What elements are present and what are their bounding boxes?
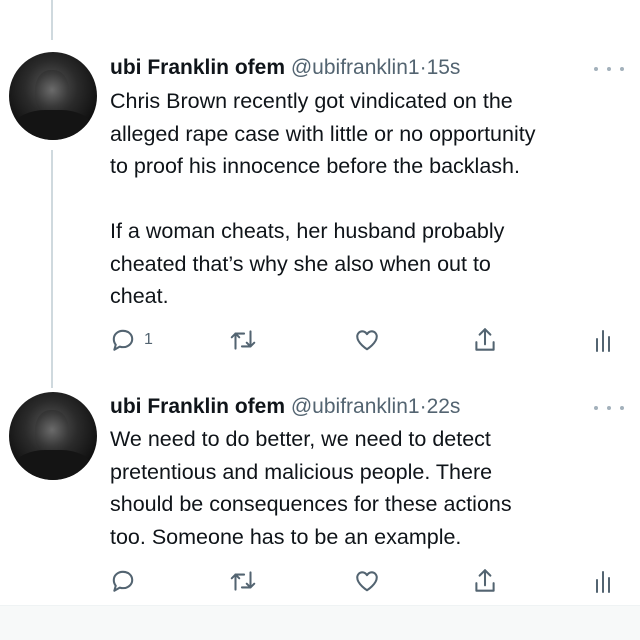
retweet-icon (230, 330, 256, 350)
tweet[interactable]: ubi Franklin ofem @ubifranklin1·15s Chri… (0, 0, 640, 370)
heart-icon (356, 571, 378, 592)
avatar-shoulders (15, 450, 91, 480)
retweet-icon (230, 571, 256, 591)
bottom-bar (0, 605, 640, 640)
tweet-paragraph: We need to do better, we need to detect … (110, 423, 630, 553)
tweet-actions: 1 (0, 325, 640, 355)
share-icon (475, 328, 495, 351)
analytics-button[interactable] (594, 566, 612, 596)
tweet-paragraph: If a woman cheats, her husband probably … (110, 215, 630, 313)
more-options-icon[interactable] (594, 62, 624, 76)
analytics-icon (596, 571, 610, 593)
tweet-line: cheat. (110, 284, 169, 308)
user-handle[interactable]: @ubifranklin1 (291, 395, 420, 418)
tweet-line: alleged rape case with little or no oppo… (110, 121, 536, 146)
share-icon (475, 569, 495, 592)
tweet-line: We need to do better, we need to detect (110, 427, 491, 451)
display-name[interactable]: ubi Franklin ofem (110, 56, 285, 79)
reply-button[interactable]: 1 (110, 325, 153, 355)
avatar[interactable] (9, 392, 97, 480)
avatar[interactable] (9, 52, 97, 140)
share-button[interactable] (472, 325, 498, 355)
reply-button[interactable] (110, 566, 136, 596)
tweet-line: too. Someone has to be an example. (110, 524, 462, 549)
tweet-text: We need to do better, we need to detect … (110, 423, 630, 553)
tweet-thread: ubi Franklin ofem @ubifranklin1·15s Chri… (0, 0, 640, 640)
analytics-button[interactable] (594, 325, 612, 355)
tweet-header: ubi Franklin ofem @ubifranklin1·22s (110, 392, 460, 422)
user-handle[interactable]: @ubifranklin1 (291, 56, 420, 79)
tweet-paragraph: Chris Brown recently got vindicated on t… (110, 85, 630, 183)
tweet-line: pretentious and malicious people. There (110, 459, 493, 484)
like-button[interactable] (354, 566, 380, 596)
timestamp[interactable]: 15s (427, 56, 461, 79)
heart-icon (356, 330, 378, 351)
analytics-icon (596, 330, 610, 352)
timestamp[interactable]: 22s (427, 395, 461, 418)
separator-dot: · (419, 395, 427, 418)
tweet-line: If a woman cheats, her husband probably (110, 219, 505, 243)
retweet-button[interactable] (228, 325, 258, 355)
separator-dot: · (419, 56, 427, 79)
retweet-button[interactable] (228, 566, 258, 596)
tweet-actions (0, 566, 640, 596)
tweet-line: cheated that’s why she also when out to (110, 251, 491, 276)
share-button[interactable] (472, 566, 498, 596)
tweet[interactable]: ubi Franklin ofem @ubifranklin1·22s We n… (0, 370, 640, 605)
tweet-line: should be consequences for these actions (110, 492, 512, 516)
tweet-header: ubi Franklin ofem @ubifranklin1·15s (110, 53, 460, 83)
more-options-icon[interactable] (594, 401, 624, 415)
tweet-line: to proof his innocence before the backla… (110, 154, 520, 178)
tweet-text: Chris Brown recently got vindicated on t… (110, 85, 630, 313)
tweet-line: Chris Brown recently got vindicated on t… (110, 89, 513, 113)
avatar-face (35, 410, 69, 454)
display-name[interactable]: ubi Franklin ofem (110, 395, 285, 418)
reply-icon (112, 329, 134, 351)
avatar-face (35, 70, 69, 114)
reply-count: 1 (144, 331, 153, 348)
reply-icon (112, 570, 134, 592)
avatar-shoulders (15, 110, 91, 140)
like-button[interactable] (354, 325, 380, 355)
